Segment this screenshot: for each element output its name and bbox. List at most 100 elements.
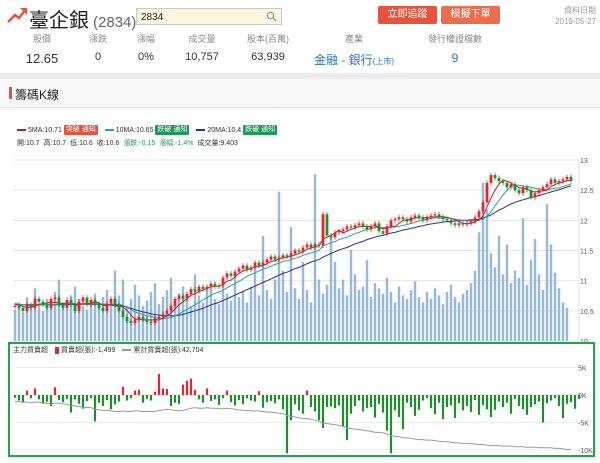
volume-bar bbox=[489, 253, 493, 341]
close-value: 收:10.6 bbox=[96, 140, 120, 147]
volume-bar bbox=[365, 260, 369, 341]
candle-body bbox=[89, 299, 93, 305]
volume-bar bbox=[381, 293, 385, 341]
candle-body bbox=[97, 303, 101, 308]
volume-bar bbox=[345, 295, 349, 341]
volume-bar bbox=[385, 277, 389, 341]
candle-body bbox=[409, 217, 413, 222]
volume-bar bbox=[57, 279, 61, 341]
candle-body bbox=[369, 226, 373, 230]
candle-body bbox=[33, 298, 37, 308]
industry-sub[interactable]: 銀行 bbox=[349, 53, 373, 67]
candle-body bbox=[385, 226, 389, 234]
candle-body bbox=[401, 217, 405, 220]
candle-body bbox=[233, 271, 237, 276]
volume-bar bbox=[105, 290, 109, 341]
candle-body bbox=[433, 214, 437, 216]
stock-search[interactable] bbox=[136, 8, 282, 25]
candle-body bbox=[561, 179, 565, 182]
volume-bar bbox=[405, 298, 409, 341]
candle-body bbox=[81, 297, 85, 302]
search-input[interactable] bbox=[137, 10, 261, 25]
volume-bar bbox=[117, 295, 121, 341]
track-button[interactable]: 立即追蹤 bbox=[378, 6, 437, 24]
search-icon[interactable] bbox=[266, 11, 277, 22]
ma-legend: 5MA:10.71 突破 通知 10MA:10.65 跌破 通知 20MA:10… bbox=[17, 125, 282, 135]
simulate-trade-button[interactable]: 模擬下單 bbox=[441, 6, 500, 24]
volume-bar bbox=[153, 283, 157, 341]
main-force-legend: 主力買賣超 買賣超(張):-1,499 累計買賣超(張):42,704 bbox=[13, 345, 208, 355]
candle-body bbox=[189, 289, 193, 294]
daily-flow-value: 買賣超(張):-1,499 bbox=[60, 347, 116, 354]
volume-bar bbox=[337, 288, 341, 341]
candle-body bbox=[353, 225, 357, 228]
stat-value: 63,939 bbox=[251, 51, 285, 63]
volume-bar bbox=[41, 311, 45, 341]
candle-body bbox=[109, 298, 113, 304]
candle-body bbox=[521, 187, 525, 194]
candle-body bbox=[485, 182, 489, 203]
volume-bar bbox=[325, 284, 329, 341]
volume-bar bbox=[457, 302, 461, 341]
volume-bar bbox=[409, 290, 413, 341]
candle-body bbox=[133, 319, 137, 323]
main-force-label: 主力買賣超 bbox=[13, 347, 48, 354]
volume-bar bbox=[277, 191, 281, 341]
volume-bar bbox=[297, 298, 301, 341]
volume-bar bbox=[485, 209, 489, 341]
warrants-value[interactable]: 9 bbox=[420, 51, 490, 65]
candle-body bbox=[441, 216, 445, 220]
volume-bar bbox=[261, 235, 265, 341]
candle-body bbox=[37, 298, 41, 302]
volume-bar bbox=[417, 297, 421, 341]
volume-bar bbox=[469, 283, 473, 341]
candle-body bbox=[513, 184, 517, 191]
industry-value[interactable]: 金融 - 銀行(上市) bbox=[312, 51, 396, 68]
volume-bar bbox=[193, 274, 197, 341]
volume-bar bbox=[101, 297, 105, 341]
volume-bar bbox=[273, 279, 277, 341]
price-tick-label: 13 bbox=[580, 158, 588, 165]
ma20-swatch bbox=[196, 129, 206, 131]
candle-body bbox=[141, 316, 145, 320]
stat-label: 漲跌 bbox=[88, 34, 107, 44]
candle-body bbox=[457, 223, 461, 226]
volume-bar bbox=[521, 218, 525, 341]
candle-body bbox=[257, 262, 261, 266]
volume-bar bbox=[441, 304, 445, 341]
candle-body bbox=[269, 256, 273, 260]
stat-change: 漲跌 0 bbox=[80, 32, 116, 63]
volume-bar bbox=[369, 297, 373, 341]
candle-body bbox=[21, 307, 25, 311]
section-header: 籌碼K線 bbox=[0, 79, 600, 108]
stat-warrants: 發行權證檔數 9 bbox=[420, 32, 490, 65]
ma20-alert-button[interactable]: 跌破 通知 bbox=[243, 125, 278, 135]
ma5-legend: 5MA:10.71 突破 通知 bbox=[17, 125, 98, 135]
volume-bar bbox=[225, 293, 229, 341]
ma5-swatch bbox=[17, 129, 26, 131]
volume-bar bbox=[85, 309, 89, 341]
ma10-alert-button[interactable]: 跌破 通知 bbox=[155, 125, 190, 135]
volume-bar bbox=[501, 274, 505, 341]
open-value: 開:10.7 bbox=[17, 140, 40, 147]
candle-body bbox=[173, 298, 177, 307]
candle-body bbox=[61, 304, 65, 308]
volume-bar bbox=[349, 249, 353, 341]
candle-body bbox=[333, 232, 337, 238]
volume-bar bbox=[497, 235, 501, 341]
candle-body bbox=[541, 187, 545, 191]
candle-body bbox=[509, 184, 513, 188]
stat-volume: 成交量 10,757 bbox=[178, 32, 226, 63]
candle-body bbox=[25, 304, 29, 311]
volume-bar bbox=[449, 284, 453, 341]
price-tick-label: 11.5 bbox=[580, 249, 593, 256]
ma5-alert-button[interactable]: 突破 通知 bbox=[63, 125, 98, 135]
industry-market: (上市) bbox=[372, 57, 395, 66]
change-value: 漲跌:-0.15 bbox=[123, 140, 156, 147]
volume-bar bbox=[305, 290, 309, 341]
candle-body bbox=[557, 181, 561, 183]
industry-sector[interactable]: 金融 bbox=[314, 53, 338, 67]
candle-body bbox=[213, 283, 217, 287]
candle-body bbox=[529, 190, 533, 198]
candle-body bbox=[473, 217, 477, 222]
